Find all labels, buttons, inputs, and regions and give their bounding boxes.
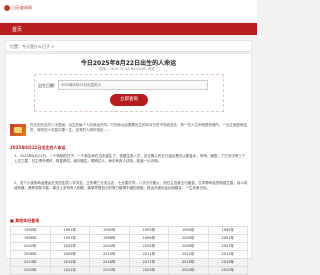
birth-date-input[interactable]: 2025年8月22日出生的人 [58, 80, 208, 90]
article-card: 今日2025年8月22日出生的人命运 时间：2025-01-21 00:00:0… [5, 53, 252, 275]
year-link[interactable]: 2003年 [49, 242, 90, 251]
table-row: 2002年 2003年 2004年 2005年 2006年 2007年 [10, 242, 248, 251]
year-link[interactable]: 1993年 [128, 226, 169, 235]
year-link[interactable]: 2007年 [207, 242, 248, 251]
intro-text: 在农历的农历八字里面，出生的每个人的命运不同。它的命运会跟着出生的年月日时不同而… [30, 123, 247, 132]
table-row: 2014年 2015年 2016年 2017年 2018年 2019年 [10, 258, 248, 267]
nav-home-link[interactable]: 首页 [12, 26, 22, 33]
year-link[interactable]: 2015年 [49, 258, 90, 267]
year-link[interactable]: 2008年 [10, 250, 51, 259]
query-button[interactable]: 立即查询 [110, 94, 148, 106]
paragraph: 1、2025年8月22日，一个特别的日子，一个新生命在当天诞生了。依据生辰八字，… [14, 154, 246, 163]
year-link[interactable]: 2023年 [128, 266, 169, 275]
main-nav: 首页 [0, 23, 257, 35]
year-link[interactable]: 2001年 [207, 234, 248, 243]
year-link[interactable]: 2005年 [128, 242, 169, 251]
year-link[interactable]: 2016年 [89, 258, 130, 267]
site-name[interactable]: 日历查询网 [12, 5, 32, 11]
year-link[interactable]: 2010年 [89, 250, 130, 259]
year-link[interactable]: 2014年 [10, 258, 51, 267]
year-link[interactable]: 2002年 [10, 242, 51, 251]
section-title: 2025年8月22日出生的人命运 [10, 145, 66, 150]
year-link[interactable]: 2019年 [207, 258, 248, 267]
article-meta: 时间：2025-01-21 00:00:00 浏览： [98, 67, 159, 71]
site-logo[interactable] [4, 5, 10, 11]
year-link[interactable]: 2000年 [168, 234, 209, 243]
year-link[interactable]: 2012年 [168, 250, 209, 259]
year-link[interactable]: 2024年 [168, 266, 209, 275]
birth-date-label: 出生日期： [38, 83, 58, 88]
intro-image [10, 124, 26, 136]
year-link[interactable]: 2011年 [128, 250, 169, 259]
year-link[interactable]: 2018年 [168, 258, 209, 267]
page-title: 今日2025年8月22日出生的人命运 [80, 60, 177, 67]
year-link[interactable]: 2022年 [89, 266, 130, 275]
top-header: 日历查询网 [0, 0, 257, 22]
year-link[interactable]: 2013年 [207, 250, 248, 259]
year-link[interactable]: 1995年 [207, 226, 248, 235]
year-link[interactable]: 2004年 [89, 242, 130, 251]
year-link[interactable]: 1996年 [10, 234, 51, 243]
section-title: ■ 其他年份查询 [10, 218, 40, 223]
breadcrumb: 位置：今天是什么日子 > [5, 40, 252, 52]
year-link[interactable]: 1992年 [89, 226, 130, 235]
breadcrumb-text[interactable]: 位置：今天是什么日子 > [10, 44, 55, 50]
year-link[interactable]: 1998年 [89, 234, 130, 243]
paragraph: 2、这个小孩的命运是由先天的生辰八字决定，正所谓三分天注定，七分靠打拼。八字五行… [14, 181, 248, 190]
year-link[interactable]: 2017年 [128, 258, 169, 267]
year-link[interactable]: 2020年 [10, 266, 51, 275]
year-link[interactable]: 1997年 [49, 234, 90, 243]
year-link[interactable]: 1991年 [49, 226, 90, 235]
table-row: 1990年 1991年 1992年 1993年 1994年 1995年 [10, 226, 248, 235]
year-link[interactable]: 1994年 [168, 226, 209, 235]
year-link[interactable]: 2009年 [49, 250, 90, 259]
table-row: 1996年 1997年 1998年 1999年 2000年 2001年 [10, 234, 248, 243]
table-row: 2020年 2021年 2022年 2023年 2024年 2025年 [10, 266, 248, 275]
year-link[interactable]: 2025年 [207, 266, 248, 275]
table-row: 2008年 2009年 2010年 2011年 2012年 2013年 [10, 250, 248, 259]
year-table: 1990年 1991年 1992年 1993年 1994年 1995年 1996年 1997年… [10, 226, 248, 275]
year-link[interactable]: 1999年 [128, 234, 169, 243]
year-link[interactable]: 2021年 [49, 266, 90, 275]
year-link[interactable]: 2006年 [168, 242, 209, 251]
year-link[interactable]: 1990年 [10, 226, 51, 235]
